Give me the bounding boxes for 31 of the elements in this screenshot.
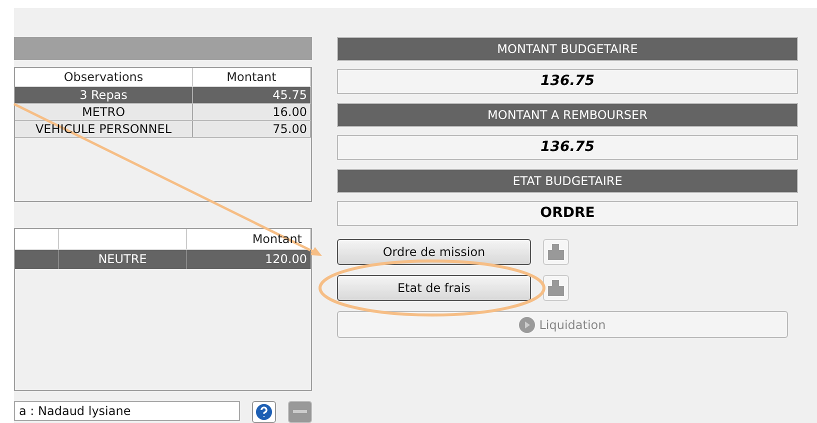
table-cell: 75.00 <box>193 120 311 137</box>
printer-icon <box>547 244 565 260</box>
table-cell: 45.75 <box>193 86 311 103</box>
document-button[interactable]: Etat de frais <box>337 275 531 301</box>
help-button[interactable] <box>252 401 276 423</box>
table-cell: METRO <box>15 104 193 120</box>
amount-field: 136.75 <box>337 69 798 94</box>
table-row[interactable]: NEUTRE 120.00 <box>15 250 311 270</box>
column-header[interactable]: Observations <box>15 68 193 86</box>
section-header: MONTANT BUDGETAIRE <box>337 37 798 61</box>
play-icon <box>519 316 536 332</box>
print-button[interactable] <box>543 239 569 265</box>
section-header: MONTANT A REMBOURSER <box>337 103 798 127</box>
printer-icon <box>547 280 565 296</box>
section-header: ETAT BUDGETAIRE <box>337 169 798 193</box>
print-button[interactable] <box>543 275 569 301</box>
document-button[interactable]: Ordre de mission <box>337 239 531 265</box>
column-header[interactable]: Montant <box>193 68 311 86</box>
table-cell: 16.00 <box>193 104 311 120</box>
table-cell: 3 Repas <box>15 86 193 103</box>
minus-icon <box>293 410 307 414</box>
table-row[interactable]: 3 Repas 45.75 <box>15 86 311 104</box>
amount-field: 136.75 <box>337 135 798 160</box>
table-row[interactable]: VEHICULE PERSONNEL 75.00 <box>15 120 311 138</box>
table-cell: NEUTRE <box>59 250 187 270</box>
amount-field: ORDRE <box>337 201 798 226</box>
table-row[interactable]: METRO 16.00 <box>15 104 311 121</box>
agent-field[interactable]: a : Nadaud lysiane <box>14 401 240 421</box>
table-cell: VEHICULE PERSONNEL <box>15 120 193 137</box>
minus-button[interactable] <box>288 401 312 423</box>
help-icon <box>256 404 272 420</box>
